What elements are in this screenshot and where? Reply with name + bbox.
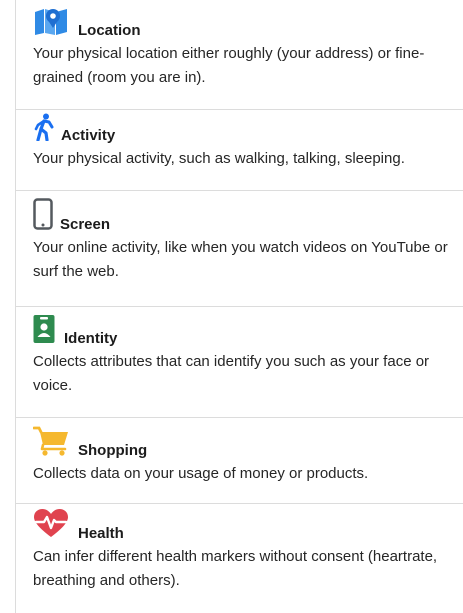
item-header: Activity [33, 113, 449, 146]
map-icon [33, 6, 69, 41]
item-header: Health [33, 509, 449, 544]
list-item-activity: Activity Your physical activity, such as… [16, 110, 463, 191]
item-header: Identity [33, 315, 449, 349]
item-title: Screen [60, 216, 111, 233]
list-item-identity: Identity Collects attributes that can id… [16, 307, 463, 418]
item-title: Health [78, 525, 124, 542]
item-title: Shopping [78, 442, 148, 459]
item-description: Collects attributes that can identify yo… [33, 353, 430, 394]
walking-person-icon [33, 113, 55, 146]
item-description: Your physical activity, such as walking,… [33, 150, 405, 167]
heartbeat-icon [33, 509, 69, 544]
item-header: Location [33, 7, 449, 41]
item-description: Your physical location either roughly (y… [33, 45, 425, 86]
list-item-shopping: Shopping Collects data on your usage of … [16, 418, 463, 504]
item-title: Activity [61, 127, 116, 144]
list-item-health: Health Can infer different health marker… [16, 504, 463, 613]
list-item-location: Location Your physical location either r… [16, 0, 463, 110]
sensor-category-list: Location Your physical location either r… [15, 0, 463, 613]
item-description: Can infer different health markers witho… [33, 548, 438, 589]
item-description: Your online activity, like when you watc… [33, 239, 448, 280]
item-title: Identity [64, 330, 118, 347]
shopping-cart-icon [32, 426, 69, 461]
item-description: Collects data on your usage of money or … [33, 465, 369, 482]
item-header: Shopping [32, 426, 449, 461]
smartphone-icon [33, 198, 53, 235]
item-header: Screen [33, 198, 449, 235]
item-title: Location [78, 22, 141, 39]
id-badge-icon [33, 314, 55, 349]
list-item-screen: Screen Your online activity, like when y… [16, 191, 463, 307]
